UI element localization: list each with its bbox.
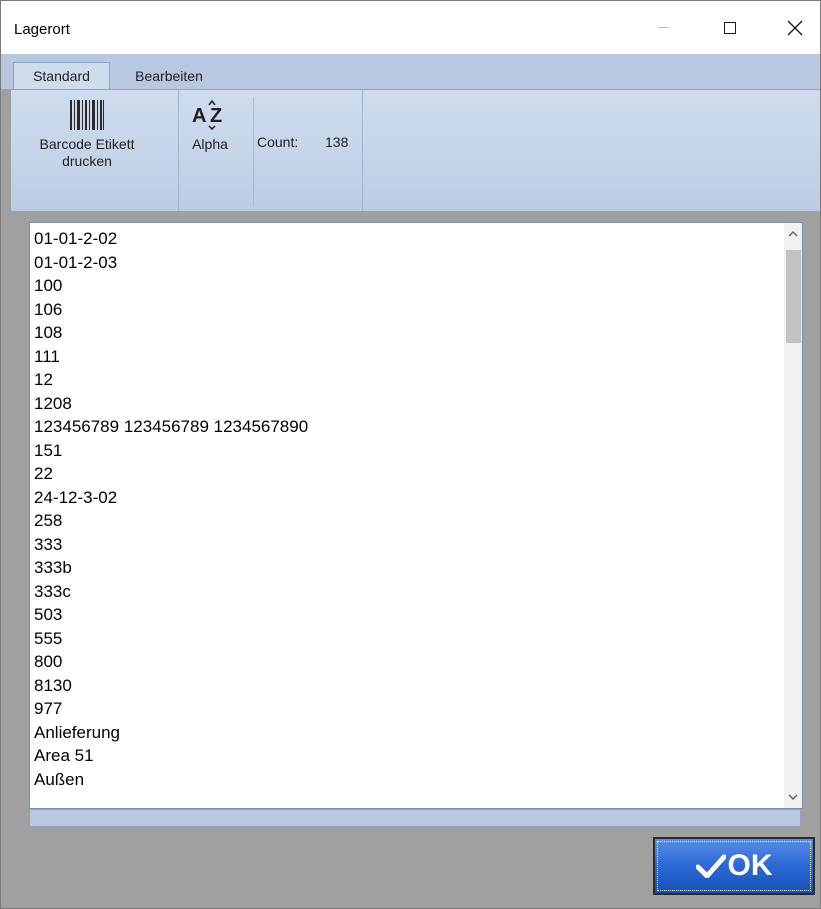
list-item[interactable]: Außen (34, 768, 308, 792)
sort-alpha-label: Alpha (192, 136, 228, 152)
list-item[interactable]: 100 (34, 274, 308, 298)
barcode-label-print-button[interactable]: Barcode Etikett drucken (21, 100, 153, 170)
list-item[interactable]: 333c (34, 580, 308, 604)
tab-bearbeiten[interactable]: Bearbeiten (119, 62, 219, 89)
ribbon-tab-strip: Standard Bearbeiten (1, 54, 820, 89)
list-item[interactable]: 8130 (34, 674, 308, 698)
list-item[interactable]: 151 (34, 439, 308, 463)
ok-button[interactable]: OK (653, 837, 815, 895)
ribbon-panel: Barcode Etikett drucken A Z Alpha Count:… (11, 89, 820, 212)
list-item[interactable]: Area 51 (34, 744, 308, 768)
svg-text:A: A (192, 105, 206, 127)
window-title: Lagerort (14, 21, 70, 38)
list-item[interactable]: 123456789 123456789 1234567890 (34, 415, 308, 439)
maximize-icon (724, 21, 736, 34)
list-item[interactable]: 111 (34, 345, 308, 369)
sort-alpha-button[interactable]: A Z Alpha (183, 100, 237, 153)
maximize-button[interactable] (707, 1, 753, 54)
checkmark-icon (695, 854, 726, 878)
scroll-up-button[interactable] (784, 225, 802, 243)
tab-standard[interactable]: Standard (13, 62, 110, 89)
client-area: 01-01-2-02 01-01-2-03 100 106 108 111 12 1208 12… (11, 211, 820, 908)
vertical-scrollbar[interactable] (784, 223, 802, 808)
chevron-down-icon (788, 794, 798, 800)
barcode-label-line2: drucken (62, 153, 112, 169)
list-item[interactable]: 800 (34, 650, 308, 674)
list-item[interactable]: 1208 (34, 392, 308, 416)
ribbon-separator (253, 98, 254, 206)
count-label: Count: (257, 134, 299, 150)
minimize-icon (657, 27, 669, 28)
list-item[interactable]: 22 (34, 462, 308, 486)
scroll-thumb[interactable] (786, 250, 801, 343)
list-item[interactable]: 555 (34, 627, 308, 651)
barcode-icon (70, 100, 104, 130)
barcode-label-line1: Barcode Etikett (39, 136, 135, 152)
count-value: 138 (325, 134, 349, 150)
close-icon (787, 20, 803, 35)
chevron-up-icon (788, 231, 798, 237)
barcode-button-label: Barcode Etikett drucken (40, 136, 135, 170)
sort-alpha-icon: A Z (192, 100, 222, 130)
list-item[interactable]: 258 (34, 509, 308, 533)
list-item[interactable]: 01-01-2-02 (34, 227, 308, 251)
list-items: 01-01-2-02 01-01-2-03 100 106 108 111 12 1208 12… (34, 227, 308, 791)
list-item[interactable]: 333 (34, 533, 308, 557)
list-item[interactable]: Anlieferung (34, 721, 308, 745)
ok-button-label: OK (727, 849, 773, 882)
list-item[interactable]: 333b (34, 556, 308, 580)
location-list[interactable]: 01-01-2-02 01-01-2-03 100 106 108 111 12 1208 12… (29, 222, 803, 809)
list-item[interactable]: 24-12-3-02 (34, 486, 308, 510)
ribbon-group-barcode: Barcode Etikett drucken (11, 90, 179, 212)
svg-text:Z: Z (210, 105, 222, 127)
list-item[interactable]: 977 (34, 697, 308, 721)
title-bar: Lagerort (1, 1, 820, 54)
list-item[interactable]: 01-01-2-03 (34, 251, 308, 275)
list-item[interactable]: 12 (34, 368, 308, 392)
scroll-down-button[interactable] (784, 788, 802, 806)
list-item[interactable]: 503 (34, 603, 308, 627)
list-item[interactable]: 108 (34, 321, 308, 345)
list-item[interactable]: 106 (34, 298, 308, 322)
close-button[interactable] (772, 1, 818, 54)
ribbon-group-alpha: A Z Alpha Count: 138 (179, 90, 363, 212)
status-strip (29, 809, 801, 827)
lagerort-window: Lagerort Standard Bearbeiten Barcode Eti… (0, 0, 821, 909)
minimize-button[interactable] (640, 1, 686, 54)
